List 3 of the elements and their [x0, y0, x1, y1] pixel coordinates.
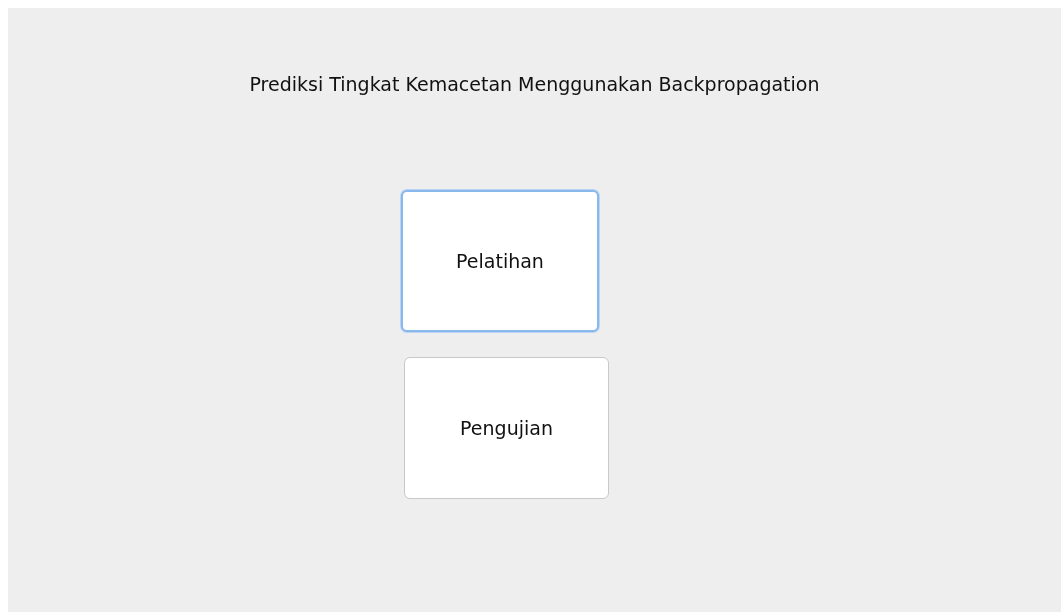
- menu-button[interactable]: Pelatihan: [401, 190, 599, 332]
- menu-button[interactable]: Pengujian: [404, 357, 609, 499]
- window-title: Prediksi Tingkat Kemacetan Menggunakan Backpropagation: [248, 72, 821, 97]
